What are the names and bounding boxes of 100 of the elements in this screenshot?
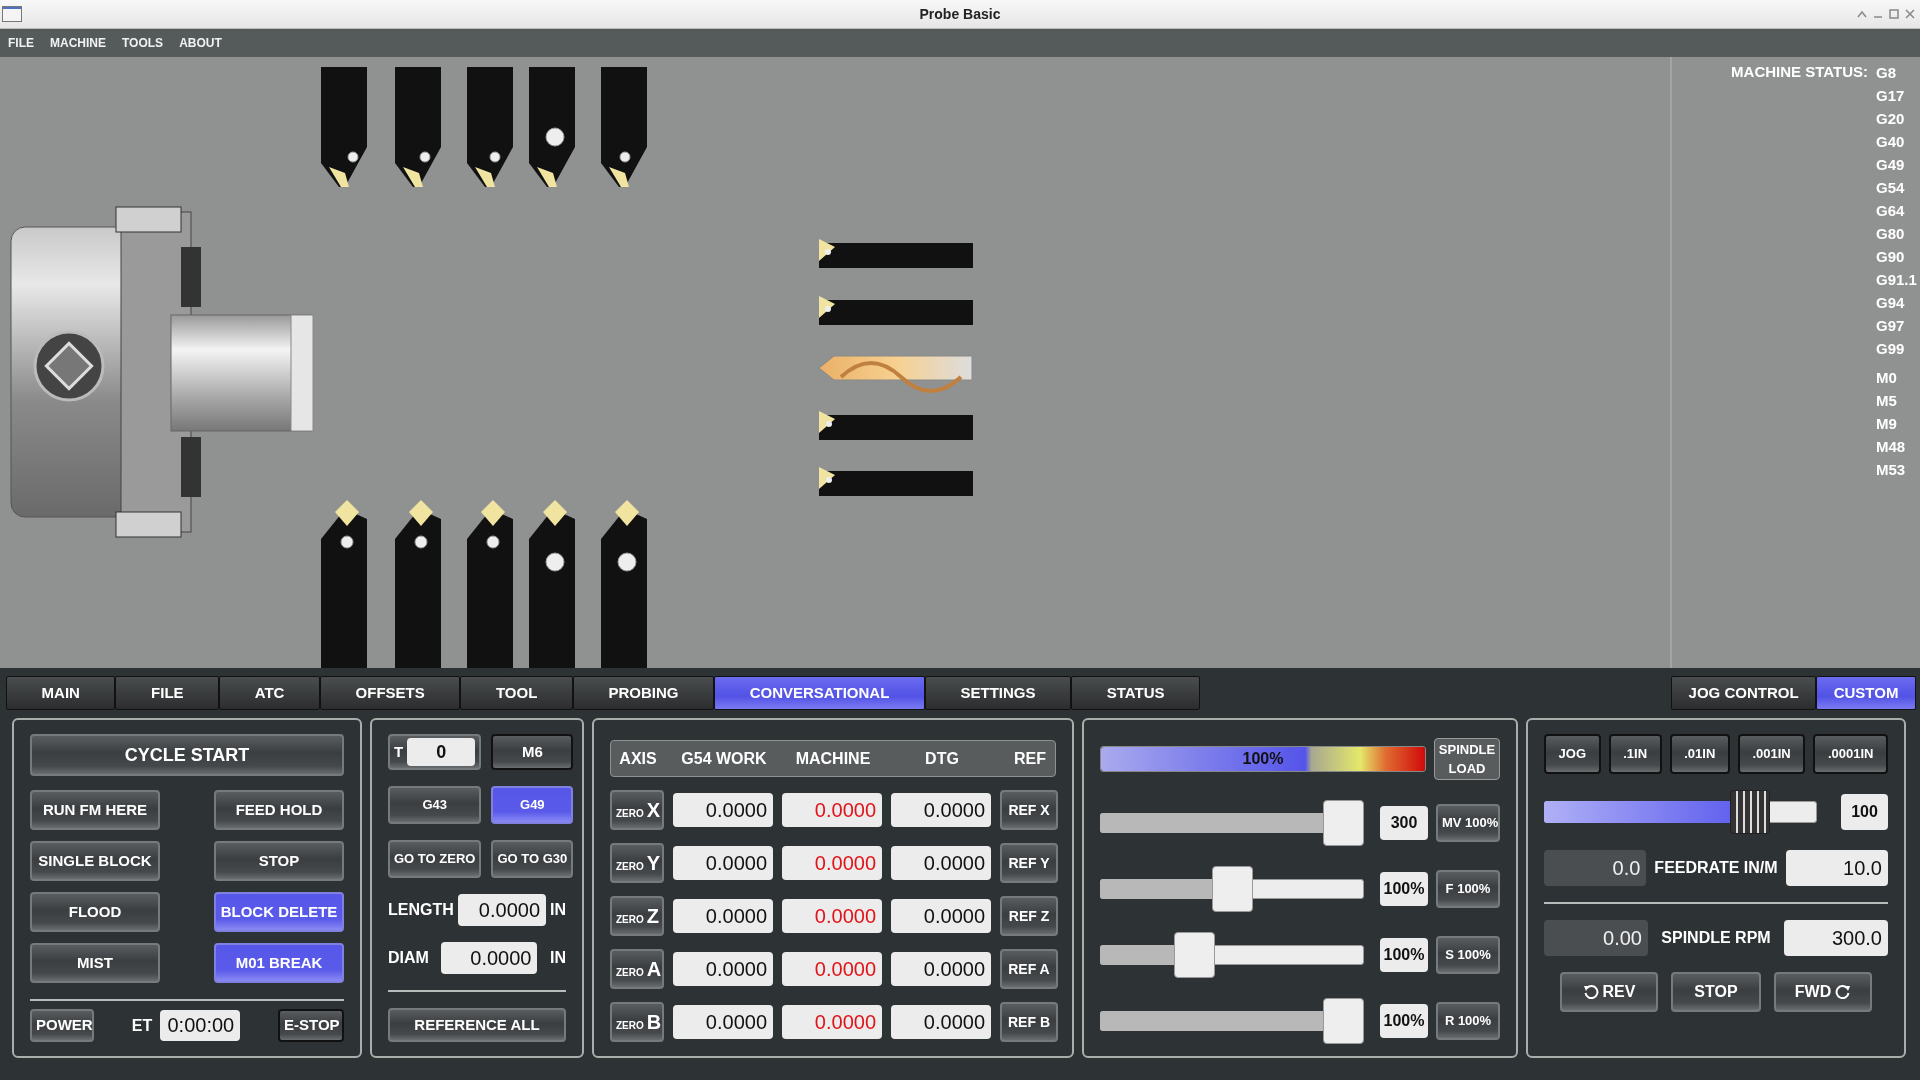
m-code: M0 (1876, 368, 1898, 388)
menu-item[interactable]: FILE (8, 34, 34, 52)
override-slider[interactable] (1100, 932, 1364, 978)
work-coordinate-field: 0.0000 (673, 846, 773, 880)
offset-label: DIAM (388, 948, 429, 968)
override-reading: 300 (1380, 806, 1428, 840)
elapsed-time-field: 0:00:00 (160, 1010, 241, 1041)
tab[interactable]: SETTINGS (924, 676, 1072, 710)
spindle-rpm-actual-field: 0.00 (1544, 920, 1648, 956)
spindle-reverse-button[interactable]: REV (1560, 972, 1658, 1012)
tab[interactable]: CUSTOM (1816, 676, 1916, 710)
ref-axis-button[interactable]: REF B (1000, 1002, 1058, 1042)
ref-axis-button[interactable]: REF A (1000, 949, 1058, 989)
jog-increment-button[interactable]: JOG (1544, 734, 1601, 774)
program-button[interactable]: STOP (214, 841, 344, 881)
feedrate-actual-field: 0.0 (1544, 850, 1647, 886)
override-button[interactable]: MV 100% (1436, 804, 1500, 842)
maximize-icon[interactable] (1888, 8, 1900, 20)
distance-to-go-field: 0.0000 (891, 846, 991, 880)
override-slider[interactable] (1100, 998, 1364, 1044)
override-slider[interactable] (1100, 800, 1364, 846)
ref-axis-button[interactable]: REF Y (1000, 843, 1058, 883)
program-button[interactable]: SINGLE BLOCK (30, 841, 160, 881)
m6-button[interactable]: M6 (491, 734, 574, 770)
tool-number-control[interactable]: T 0 (388, 734, 482, 770)
g-code: G40 (1876, 132, 1906, 152)
slider-thumb[interactable] (1211, 866, 1253, 912)
spindle-rpm-setpoint-field[interactable]: 300.0 (1784, 920, 1888, 956)
override-button[interactable]: S 100% (1436, 936, 1500, 974)
column-header: DTG (924, 748, 960, 769)
work-coordinate-field: 0.0000 (673, 899, 773, 933)
window-title: Probe Basic (919, 4, 1001, 24)
ref-axis-button[interactable]: REF Z (1000, 896, 1058, 936)
slider-thumb[interactable] (1323, 998, 1364, 1044)
override-button[interactable]: R 100% (1436, 1002, 1500, 1040)
tab[interactable]: CONVERSATIONAL (714, 676, 925, 710)
feedrate-setpoint-field[interactable]: 10.0 (1785, 850, 1888, 886)
slider-thumb[interactable] (1323, 800, 1364, 846)
spindle-forward-button[interactable]: FWD (1774, 972, 1872, 1012)
g-code: G54 (1876, 178, 1906, 198)
program-button[interactable]: MIST (30, 943, 160, 983)
column-header: MACHINE (794, 748, 872, 769)
column-header: AXIS (618, 748, 658, 769)
zero-axis-button[interactable]: ZERO X (610, 790, 664, 830)
override-reading: 100% (1380, 1004, 1428, 1038)
tab[interactable]: JOG CONTROL (1671, 676, 1817, 710)
zero-axis-button[interactable]: ZERO B (610, 1002, 664, 1042)
zero-axis-button[interactable]: ZERO Z (610, 896, 664, 936)
tab[interactable]: OFFSETS (320, 676, 461, 710)
spindle-stop-button[interactable]: STOP (1671, 972, 1761, 1012)
tool-button[interactable]: G43 (388, 786, 482, 824)
tool-button[interactable]: GO TO G30 (491, 840, 574, 878)
menu-item[interactable]: MACHINE (50, 34, 106, 52)
tool-button[interactable]: GO TO ZERO (388, 840, 482, 878)
tool-button[interactable]: G49 (491, 786, 574, 824)
menu-item[interactable]: ABOUT (179, 34, 222, 52)
override-slider[interactable] (1100, 866, 1364, 912)
offset-field[interactable]: 0.0000 (457, 894, 546, 926)
tab[interactable]: ATC (219, 676, 320, 710)
program-button[interactable]: FLOOD (30, 892, 160, 932)
machine-coordinate-field: 0.0000 (782, 952, 882, 986)
jog-speed-field[interactable]: 100 (1841, 794, 1888, 830)
tab[interactable]: PROBING (572, 676, 715, 710)
distance-to-go-field: 0.0000 (891, 899, 991, 933)
program-button[interactable]: M01 BREAK (214, 943, 344, 983)
machine-coordinate-field: 0.0000 (782, 793, 882, 827)
tab[interactable]: TOOL (460, 676, 573, 710)
program-button[interactable]: RUN FM HERE (30, 790, 160, 830)
tab[interactable]: STATUS (1071, 676, 1201, 710)
override-button[interactable]: F 100% (1436, 870, 1500, 908)
program-button[interactable]: FEED HOLD (214, 790, 344, 830)
jog-increment-button[interactable]: .1IN (1608, 734, 1662, 774)
jog-speed-slider[interactable] (1544, 790, 1817, 834)
g-code: G20 (1876, 109, 1906, 129)
offset-field[interactable]: 0.0000 (441, 942, 538, 974)
g-code: G97 (1876, 316, 1906, 336)
e-stop-button[interactable]: E-STOP (278, 1009, 344, 1042)
spindle-rpm-label: SPINDLE RPM (1661, 928, 1771, 948)
feedrate-label: FEEDRATE IN/M (1654, 858, 1778, 878)
tab[interactable]: FILE (115, 676, 220, 710)
power-button[interactable]: POWER (30, 1009, 94, 1042)
tab[interactable]: MAIN (6, 676, 116, 710)
g-code: G90 (1876, 247, 1906, 267)
cycle-start-button[interactable]: CYCLE START (30, 734, 344, 776)
slider-thumb[interactable] (1730, 790, 1771, 834)
slider-thumb[interactable] (1173, 932, 1215, 978)
jog-increment-button[interactable]: .001IN (1737, 734, 1806, 774)
jog-increment-button[interactable]: .01IN (1669, 734, 1730, 774)
reference-all-button[interactable]: REFERENCE ALL (388, 1008, 566, 1042)
machine-coordinate-field: 0.0000 (782, 899, 882, 933)
rotate-cw-icon (1835, 984, 1852, 1000)
program-button[interactable]: BLOCK DELETE (214, 892, 344, 932)
jog-increment-button[interactable]: .0001IN (1813, 734, 1889, 774)
ref-axis-button[interactable]: REF X (1000, 790, 1058, 830)
zero-axis-button[interactable]: ZERO Y (610, 843, 664, 883)
unit-label: IN (550, 948, 566, 968)
menu-item[interactable]: TOOLS (122, 34, 164, 52)
close-icon[interactable] (1904, 8, 1916, 20)
zero-axis-button[interactable]: ZERO A (610, 949, 664, 989)
window-shade-icon[interactable] (1856, 8, 1868, 20)
